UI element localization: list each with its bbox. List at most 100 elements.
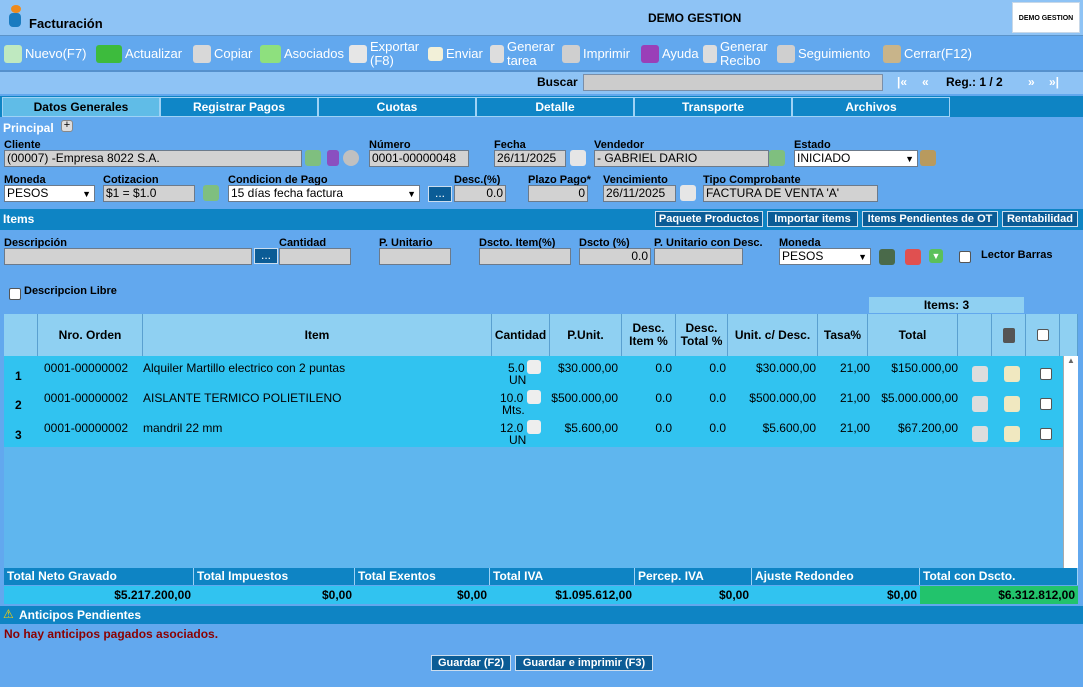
moneda-select[interactable]: PESOS ▼ — [4, 185, 95, 202]
task-icon — [490, 44, 504, 63]
chevron-down-icon: ▼ — [407, 189, 416, 199]
cantidad-field[interactable] — [279, 248, 351, 265]
associated-button[interactable]: Asociados — [260, 37, 344, 70]
row-detail-icon[interactable] — [972, 426, 988, 442]
total-exentos-label: Total Exentos — [355, 568, 490, 585]
edit-qty-icon[interactable] — [527, 420, 541, 434]
vencimiento-field[interactable]: 26/11/2025 — [603, 185, 676, 202]
tab-transporte[interactable]: Transporte — [634, 97, 792, 117]
total-impuestos-value: $0,00 — [194, 586, 355, 604]
tab-detalle[interactable]: Detalle — [476, 97, 634, 117]
send-button[interactable]: Enviar — [428, 37, 483, 70]
row-punit: $5.600,00 — [564, 421, 618, 435]
tab-registrar-pagos[interactable]: Registrar Pagos — [160, 97, 318, 117]
save-print-button[interactable]: Guardar e imprimir (F3) — [515, 655, 653, 671]
condicion-select[interactable]: 15 días fecha factura ▼ — [228, 185, 420, 202]
row-index: 3 — [15, 428, 22, 442]
row-edit-icon[interactable] — [1004, 396, 1020, 412]
descripcion-libre-checkbox[interactable] — [9, 288, 21, 300]
desc-field[interactable]: 0.0 — [454, 185, 506, 202]
calendar-icon[interactable] — [680, 185, 696, 201]
record-counter: Reg.: 1 / 2 — [946, 75, 1003, 89]
descripcion-field[interactable] — [4, 248, 252, 265]
row-index: 2 — [15, 398, 22, 412]
items-count: Items: 3 — [869, 297, 1024, 313]
expand-icon[interactable]: + — [61, 120, 73, 132]
row-edit-icon[interactable] — [1004, 426, 1020, 442]
select-all-checkbox[interactable] — [1036, 329, 1049, 341]
total-dscto-value: $6.312.812,00 — [920, 586, 1078, 604]
cliente-field[interactable]: (00007) -Empresa 8022 S.A. — [4, 150, 302, 167]
add-item-icon[interactable]: ▼ — [929, 249, 943, 263]
clear-item-icon[interactable] — [905, 249, 921, 265]
tab-archivos[interactable]: Archivos — [792, 97, 950, 117]
dscto-field[interactable]: 0.0 — [579, 248, 651, 265]
plazo-field[interactable]: 0 — [528, 185, 588, 202]
row-checkbox[interactable] — [1040, 368, 1052, 380]
row-orden: 0001-00000002 — [44, 391, 129, 405]
numero-field[interactable]: 0001-00000048 — [369, 150, 469, 167]
app-title: Facturación — [29, 16, 103, 31]
edit-qty-icon[interactable] — [527, 360, 541, 374]
cotizacion-field[interactable]: $1 = $1.0 — [103, 185, 195, 202]
cliente-lookup-icon[interactable] — [305, 150, 321, 166]
condicion-more-button[interactable]: ... — [428, 186, 452, 202]
next-page-button[interactable]: » — [1028, 75, 1035, 89]
fecha-field[interactable]: 26/11/2025 — [494, 150, 566, 167]
paquete-productos-button[interactable]: Paquete Productos — [655, 211, 763, 227]
tracking-button[interactable]: Seguimiento — [777, 37, 870, 70]
grid-header-orden: Nro. Orden — [38, 314, 143, 356]
punit-field[interactable] — [379, 248, 451, 265]
cliente-info-icon[interactable] — [327, 150, 339, 166]
row-checkbox[interactable] — [1040, 428, 1052, 440]
descripcion-more-button[interactable]: ... — [254, 248, 278, 264]
refresh-button[interactable]: Actualizar — [96, 37, 182, 70]
last-page-button[interactable]: »| — [1049, 75, 1059, 89]
grid-header-total: Total — [868, 314, 958, 356]
row-unidad: UN — [509, 433, 527, 447]
lector-barras-checkbox[interactable] — [959, 251, 971, 263]
vendedor-field[interactable]: - GABRIEL DARIO — [594, 150, 769, 167]
copy-button[interactable]: Copiar — [193, 37, 252, 70]
grid-header-punit: P.Unit. — [550, 314, 622, 356]
cotizacion-refresh-icon[interactable] — [203, 185, 219, 201]
grid-header-unit-desc: Unit. c/ Desc. — [728, 314, 818, 356]
importar-items-button[interactable]: Importar items — [767, 211, 858, 227]
close-button[interactable]: Cerrar(F12) — [883, 37, 972, 70]
calendar-icon[interactable] — [570, 150, 586, 166]
search-input[interactable] — [583, 74, 883, 91]
print-button[interactable]: Imprimir — [562, 37, 630, 70]
estado-select[interactable]: INICIADO ▼ — [794, 150, 918, 167]
tab-datos-generales[interactable]: Datos Generales — [2, 97, 160, 117]
grid-scrollbar[interactable]: ▲ — [1063, 356, 1078, 568]
save-button[interactable]: Guardar (F2) — [431, 655, 511, 671]
edit-qty-icon[interactable] — [527, 390, 541, 404]
tab-cuotas[interactable]: Cuotas — [318, 97, 476, 117]
row-detail-icon[interactable] — [972, 366, 988, 382]
rentabilidad-button[interactable]: Rentabilidad — [1002, 211, 1078, 227]
row-edit-icon[interactable] — [1004, 366, 1020, 382]
estado-history-icon[interactable] — [920, 150, 936, 166]
scroll-up-icon[interactable]: ▲ — [1064, 356, 1078, 365]
trash-icon[interactable] — [1002, 327, 1015, 343]
item-moneda-select[interactable]: PESOS ▼ — [779, 248, 871, 265]
help-button[interactable]: Ayuda — [641, 37, 699, 70]
row-detail-icon[interactable] — [972, 396, 988, 412]
row-checkbox[interactable] — [1040, 398, 1052, 410]
prev-page-button[interactable]: « — [922, 75, 929, 89]
items-pendientes-button[interactable]: Items Pendientes de OT — [862, 211, 998, 227]
new-button[interactable]: Nuevo(F7) — [4, 37, 86, 70]
save-item-icon[interactable] — [879, 249, 895, 265]
generate-receipt-button[interactable]: Generar Recibo — [703, 37, 772, 70]
punit-desc-field[interactable] — [654, 248, 743, 265]
row-punit: $500.000,00 — [551, 391, 618, 405]
associated-icon — [260, 44, 281, 63]
tipo-field[interactable]: FACTURA DE VENTA 'A' — [703, 185, 878, 202]
generate-task-button[interactable]: Generar tarea — [490, 37, 559, 70]
first-page-button[interactable]: |« — [897, 75, 907, 89]
search-icon[interactable] — [343, 150, 359, 166]
grid-header-index — [4, 314, 38, 356]
vendedor-lookup-icon[interactable] — [769, 150, 785, 166]
export-button[interactable]: Exportar (F8) — [349, 37, 424, 70]
dscto-item-field[interactable] — [479, 248, 571, 265]
